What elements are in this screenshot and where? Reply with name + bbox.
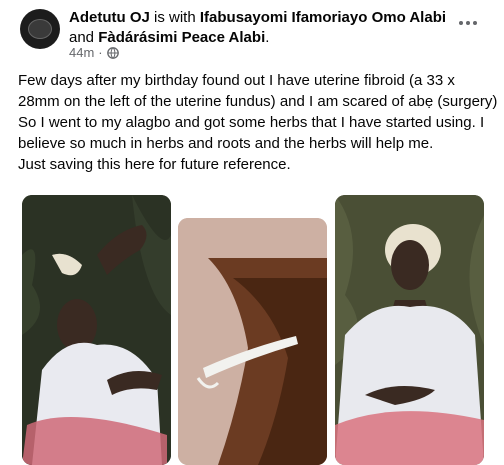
author-name-link[interactable]: Adetutu OJ <box>69 9 150 26</box>
post-photo-2[interactable] <box>178 218 327 465</box>
post-text-line-1: Few days after my birthday found out I h… <box>18 72 498 110</box>
tagged-user-link-1[interactable]: Ifabusayomi Ifamoriayo Omo Alabi <box>200 9 446 26</box>
post-text-line-2: So I went to my alagbo and got some herb… <box>18 114 485 152</box>
author-avatar[interactable] <box>20 9 60 49</box>
ellipsis-icon <box>459 21 477 25</box>
header-period: . <box>265 29 270 46</box>
meta-separator: · <box>98 45 103 60</box>
globe-icon[interactable] <box>106 46 119 59</box>
and-connector: and <box>69 29 99 46</box>
post-text: Few days after my birthday found out I h… <box>18 70 498 175</box>
post-timestamp-link[interactable]: 44m <box>69 45 94 60</box>
post-header: Adetutu OJ is with Ifabusayomi Ifamoriay… <box>69 8 469 28</box>
post-text-line-3: Just saving this here for future referen… <box>18 156 291 173</box>
post-photo-1[interactable] <box>22 195 171 465</box>
post-photo-3[interactable] <box>335 195 484 465</box>
with-connector: is with <box>149 9 200 26</box>
tagged-user-link-2[interactable]: Fàdárásimi Peace Alabi <box>98 29 265 46</box>
more-options-button[interactable] <box>456 13 480 33</box>
avatar-image <box>28 19 52 39</box>
post-meta: 44m · <box>69 45 119 60</box>
